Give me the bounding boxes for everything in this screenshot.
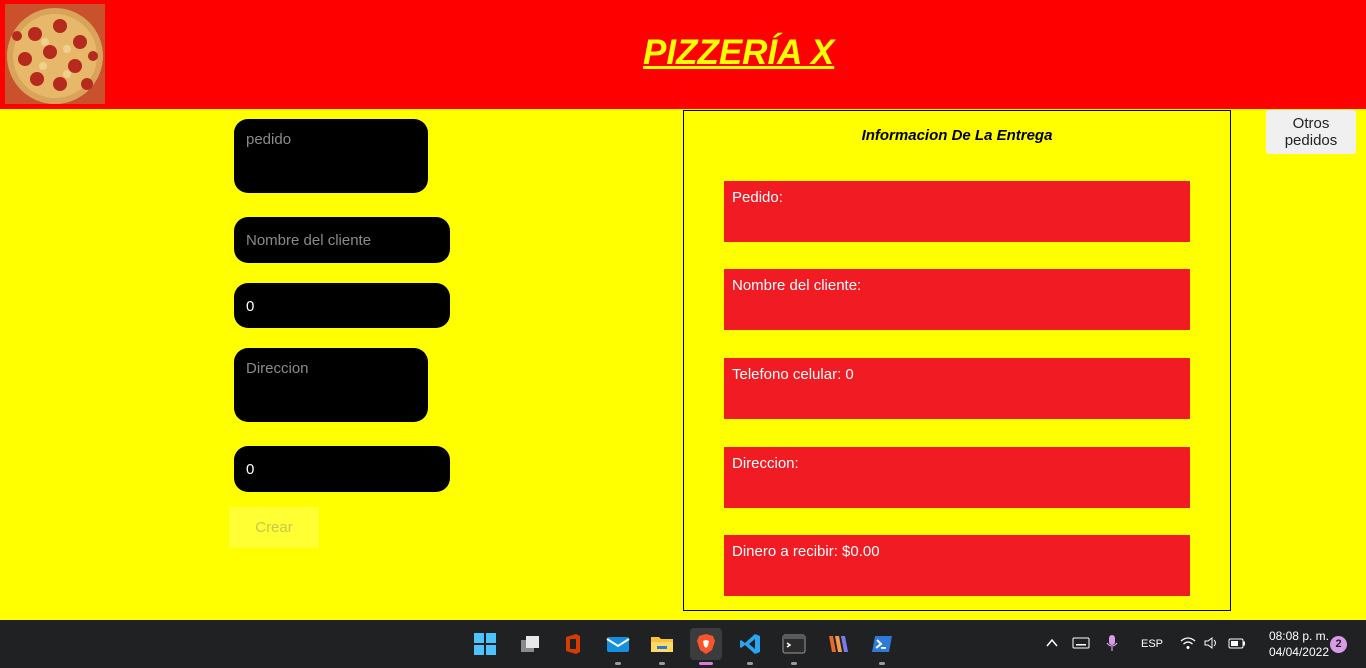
crear-button[interactable]: Crear — [229, 507, 319, 548]
dinero-input[interactable] — [234, 446, 450, 492]
info-direccion: Direccion: — [724, 447, 1190, 508]
delivery-info-title: Informacion De La Entrega — [861, 127, 1053, 144]
task-view-icon[interactable] — [514, 628, 546, 660]
vscode-icon[interactable] — [734, 628, 766, 665]
mail-icon[interactable] — [602, 628, 634, 665]
info-dinero-label: Dinero a recibir: $0.00 — [732, 543, 880, 560]
info-telefono: Telefono celular: 0 — [724, 358, 1190, 419]
pedido-input[interactable] — [234, 119, 428, 193]
keyboard-icon[interactable] — [1072, 637, 1090, 652]
wifi-icon[interactable] — [1180, 636, 1196, 653]
office-icon[interactable] — [557, 628, 589, 660]
language-indicator[interactable]: ESP — [1141, 638, 1163, 650]
clock-date: 04/04/2022 — [1268, 645, 1329, 659]
info-direccion-label: Direccion: — [732, 455, 799, 472]
otros-pedidos-button[interactable]: Otros pedidos — [1266, 110, 1356, 154]
sublime-merge-icon[interactable] — [822, 628, 854, 660]
notification-badge[interactable]: 2 — [1330, 636, 1347, 653]
pizza-logo — [5, 4, 105, 104]
telefono-input[interactable] — [234, 283, 450, 328]
otros-pedidos-label: Otros pedidos — [1284, 115, 1338, 149]
file-explorer-icon[interactable] — [646, 628, 678, 665]
info-dinero: Dinero a recibir: $0.00 — [724, 535, 1190, 596]
info-pedido-label: Pedido: — [732, 189, 783, 206]
clock-time: 08:08 p. m. — [1268, 629, 1329, 643]
info-pedido: Pedido: — [724, 181, 1190, 242]
windows-start-icon[interactable] — [469, 628, 501, 660]
info-cliente-label: Nombre del cliente: — [732, 277, 862, 294]
microphone-icon[interactable] — [1106, 634, 1118, 655]
powershell-icon[interactable] — [866, 628, 898, 665]
info-cliente: Nombre del cliente: — [724, 269, 1190, 330]
terminal-icon[interactable] — [778, 628, 810, 665]
page-title: PIZZERÍA X — [643, 33, 835, 72]
battery-icon[interactable] — [1228, 638, 1246, 652]
info-telefono-label: Telefono celular: 0 — [732, 366, 854, 383]
delivery-info-panel: Informacion De La Entrega Pedido: Nombre… — [683, 110, 1231, 611]
chevron-up-icon[interactable] — [1045, 636, 1059, 653]
direccion-input[interactable] — [234, 348, 428, 422]
taskbar: ESP 08:08 p. m. 04/04/2022 — [0, 620, 1366, 668]
system-clock[interactable]: 08:08 p. m. 04/04/2022 — [1255, 628, 1329, 660]
brave-browser-icon[interactable] — [690, 628, 722, 665]
header-bar: PIZZERÍA X — [0, 0, 1366, 109]
nombre-cliente-input[interactable] — [234, 217, 450, 263]
volume-icon[interactable] — [1203, 636, 1219, 653]
